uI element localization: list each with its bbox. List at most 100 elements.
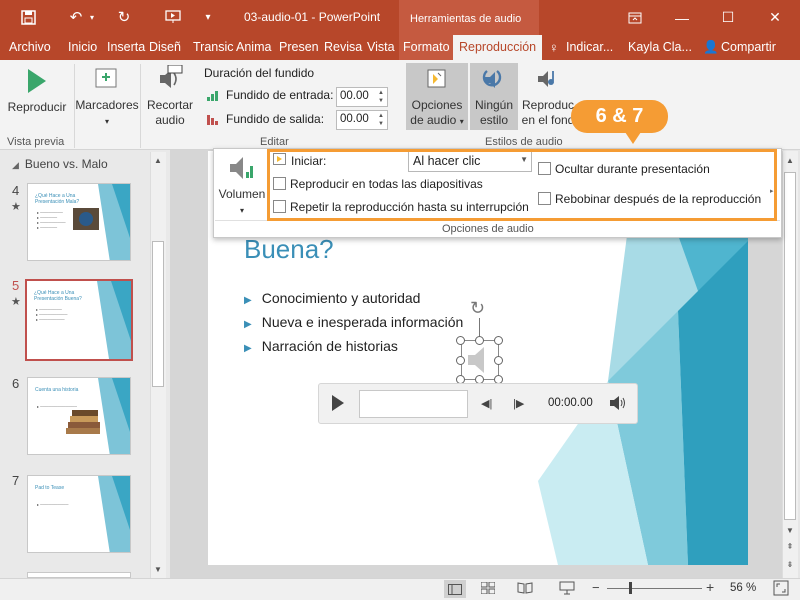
- slide-sorter-icon[interactable]: [480, 581, 496, 597]
- section-title: Bueno vs. Malo: [24, 157, 108, 171]
- fade-out-row: Fundido de salida:: [207, 112, 324, 126]
- play-button[interactable]: Reproducir: [4, 66, 70, 115]
- fit-slide-icon[interactable]: [773, 580, 789, 599]
- section-collapse-icon[interactable]: ◢: [12, 160, 19, 170]
- tab-reproduccion[interactable]: Reproducción: [453, 35, 543, 60]
- player-play-icon[interactable]: [331, 394, 345, 415]
- reading-view-icon[interactable]: [517, 582, 533, 597]
- scroll-thumb[interactable]: [152, 241, 164, 387]
- tab-archivo[interactable]: Archivo: [9, 40, 51, 54]
- normal-view-icon[interactable]: [444, 580, 466, 598]
- tab-presentacion[interactable]: Presen: [279, 40, 319, 54]
- tab-diseno[interactable]: Diseñ: [149, 40, 181, 54]
- next-slide-icon[interactable]: ⇟: [782, 556, 798, 572]
- zoom-slider[interactable]: [607, 588, 702, 589]
- tab-animaciones[interactable]: Anima: [236, 40, 271, 54]
- thumb-title: ¿Qué Hace a Una Presentación Buena?: [34, 290, 82, 302]
- resize-handle[interactable]: [494, 336, 503, 345]
- scroll-thumb[interactable]: [784, 172, 796, 520]
- tab-formato[interactable]: Formato: [403, 40, 450, 54]
- skip-forward-icon[interactable]: |▶: [513, 397, 524, 410]
- slideshow-view-icon[interactable]: [559, 581, 575, 598]
- volume-dropdown-icon: ▾: [239, 206, 244, 215]
- slide-thumbnail-6[interactable]: Cuenta una historia ▸ ─────────────: [27, 377, 131, 455]
- slide-thumbnail-4[interactable]: ¿Qué Hace a Una Presentación Mala? ▸ ───…: [27, 183, 131, 261]
- scroll-down-icon[interactable]: ▼: [782, 522, 798, 538]
- zoom-out-icon[interactable]: −: [592, 580, 600, 595]
- slide-thumbnail-7[interactable]: Pad to Tease ▸ ──────────: [27, 475, 131, 553]
- play-in-background-button[interactable]: Reproduc en el fond: [518, 64, 578, 128]
- markers-dropdown-icon: ▾: [104, 117, 109, 126]
- thumb-bullets: ▸ ─────────────: [37, 404, 77, 409]
- fade-out-spinner[interactable]: ▲ ▼: [378, 112, 384, 128]
- resize-handle[interactable]: [456, 336, 465, 345]
- scroll-up-icon[interactable]: ▲: [150, 152, 166, 168]
- bullet-text: Conocimiento y autoridad: [261, 290, 421, 306]
- fade-in-icon: [207, 89, 221, 101]
- document-title: 03-audio-01 - PowerPoint: [244, 10, 381, 24]
- tab-transiciones[interactable]: Transic: [193, 40, 234, 54]
- no-style-button[interactable]: Ningún estilo: [470, 64, 518, 128]
- play-label: Reproducir: [7, 100, 67, 114]
- resize-handle[interactable]: [494, 356, 503, 365]
- resize-handle[interactable]: [475, 336, 484, 345]
- slide-number-4: 4: [12, 183, 20, 198]
- minimize-button[interactable]: —: [659, 0, 705, 35]
- share-person-icon[interactable]: 👤: [703, 40, 719, 55]
- zoom-in-icon[interactable]: +: [706, 579, 714, 595]
- user-account[interactable]: Kayla Cla...: [628, 40, 692, 54]
- skip-back-icon[interactable]: ◀|: [481, 397, 492, 410]
- slide-bullet[interactable]: ▶ Conocimiento y autoridad: [244, 290, 420, 306]
- slide-thumbnail-5[interactable]: ¿Qué Hace a Una Presentación Buena? ▸ ──…: [25, 279, 133, 361]
- group-label-audio-styles: Estilos de audio: [485, 136, 563, 148]
- markers-button[interactable]: Marcadores ▾: [74, 64, 140, 129]
- resize-handle[interactable]: [456, 356, 465, 365]
- share-button[interactable]: Compartir: [721, 40, 776, 54]
- fade-in-label: Fundido de entrada:: [226, 88, 334, 102]
- audio-tools-context-header: Herramientas de audio: [399, 0, 539, 35]
- trim-label-2: audio: [155, 113, 185, 127]
- bullet-marker-icon: ▶: [244, 295, 252, 306]
- zoom-level[interactable]: 56 %: [730, 582, 756, 594]
- playback-progress-bar[interactable]: [359, 390, 468, 418]
- tab-vista[interactable]: Vista: [367, 40, 395, 54]
- close-button[interactable]: ✕: [752, 0, 798, 35]
- tab-inicio[interactable]: Inicio: [68, 40, 97, 54]
- bullet-text: Narración de historias: [261, 338, 398, 354]
- maximize-button[interactable]: ☐: [705, 0, 751, 35]
- customize-toolbar-icon[interactable]: ▾: [198, 7, 218, 27]
- tab-insertar[interactable]: Inserta: [107, 40, 145, 54]
- fade-in-row: Fundido de entrada:: [207, 88, 333, 102]
- trim-audio-button[interactable]: Recortar audio: [142, 64, 198, 128]
- save-icon[interactable]: [18, 7, 38, 27]
- status-bar: [0, 578, 800, 600]
- scroll-up-icon[interactable]: ▲: [782, 152, 798, 168]
- tell-me-search[interactable]: Indicar...: [566, 40, 613, 54]
- group-label-preview: Vista previa: [7, 136, 65, 148]
- ribbon-display-options-icon[interactable]: [612, 0, 658, 35]
- volume-icon[interactable]: [609, 395, 627, 414]
- slide-bullet[interactable]: ▶ Narración de historias: [244, 338, 398, 354]
- volume-icon: [226, 153, 258, 183]
- redo-icon[interactable]: ↻: [114, 7, 134, 27]
- volume-button[interactable]: Volumen ▾: [215, 153, 269, 218]
- section-header[interactable]: ◢ Bueno vs. Malo: [12, 157, 108, 171]
- rotate-handle-icon[interactable]: ↻: [470, 298, 485, 319]
- slide-bullet[interactable]: ▶ Nueva e inesperada información: [244, 314, 463, 330]
- zoom-slider-thumb[interactable]: [629, 582, 632, 594]
- tab-revisar[interactable]: Revisa: [324, 40, 362, 54]
- audio-options-label-1: Opciones: [411, 98, 463, 112]
- slideshow-from-start-icon[interactable]: [163, 7, 183, 27]
- title-bar: ↶ ▾ ↻ ▾ 03-audio-01 - PowerPoint Herrami…: [0, 0, 800, 35]
- group-separator: [140, 64, 141, 148]
- slide-title[interactable]: Buena?: [244, 234, 334, 265]
- audio-options-button[interactable]: Opciones de audio ▾: [406, 64, 468, 129]
- trim-label-1: Recortar: [146, 98, 193, 112]
- fade-in-spinner[interactable]: ▲ ▼: [378, 89, 384, 105]
- tell-me-icon[interactable]: ♀: [549, 40, 559, 55]
- undo-dropdown-icon[interactable]: ▾: [82, 7, 102, 27]
- scroll-down-icon[interactable]: ▼: [150, 561, 166, 577]
- step-callout: 6 & 7: [571, 100, 668, 133]
- previous-slide-icon[interactable]: ⇞: [782, 538, 798, 554]
- no-style-label-2: estilo: [479, 113, 508, 127]
